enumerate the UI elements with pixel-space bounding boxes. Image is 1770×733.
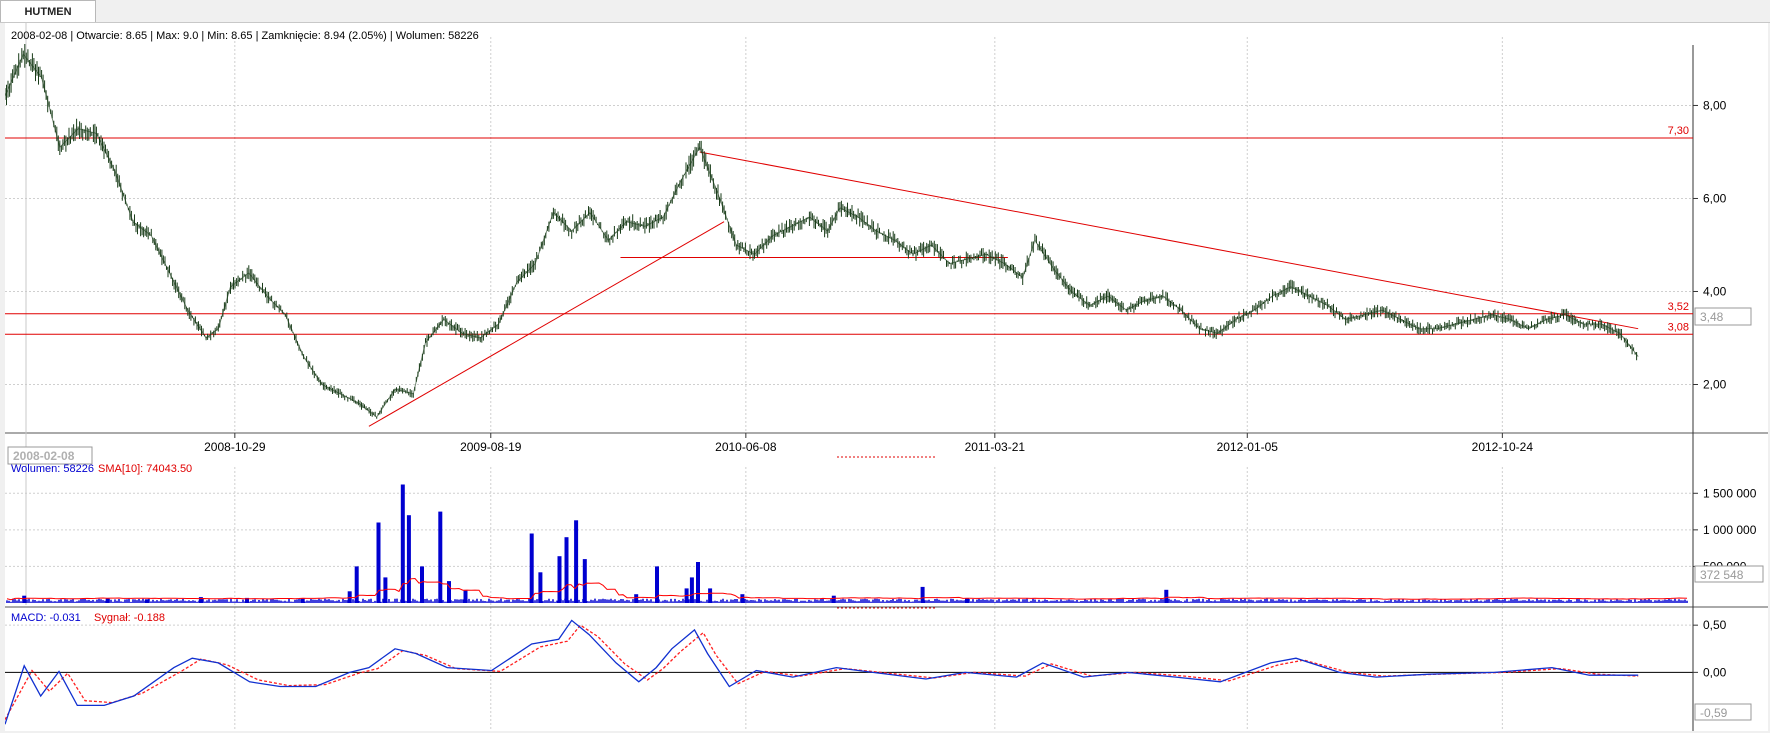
price-drawings: 7,30 3,52 3,08 <box>5 125 1693 427</box>
x-tick-label: 2008-10-29 <box>204 440 266 454</box>
horizontal-line-label: 3,08 <box>1668 321 1689 333</box>
volume-spike-bar <box>406 515 411 603</box>
macd-y-tick-label: 0,50 <box>1703 618 1727 632</box>
volume-spike-bar <box>557 556 562 603</box>
macd-y-tick-label: 0,00 <box>1703 665 1727 679</box>
volume-spike-bar <box>529 533 534 603</box>
date-box-text: 2008-02-08 <box>13 449 75 463</box>
sma-legend: SMA[10]: 74043.50 <box>98 463 192 475</box>
volume-spike-bar <box>582 559 587 603</box>
horizontal-line-label: 3,52 <box>1668 301 1689 313</box>
volume-spike-bar <box>689 577 694 603</box>
volume-spike-bar <box>564 537 569 603</box>
chart-area: 7,30 3,52 3,08 2008-10-29 2009-08-19 2010-06… <box>5 23 1768 731</box>
macd-current-text: -0,59 <box>1700 706 1728 720</box>
volume-spike-bar <box>400 484 405 603</box>
price-y-tick-label: 2,00 <box>1703 377 1727 391</box>
volume-spike-bar <box>696 562 700 603</box>
price-current-text: 3,48 <box>1700 310 1724 324</box>
volume-spike-bar <box>22 595 27 603</box>
volume-y-tick-label: 1 500 000 <box>1703 486 1757 500</box>
volume-spike-bar <box>1164 589 1169 603</box>
volume-series <box>6 484 1688 603</box>
macd-legend: MACD: -0.031 <box>11 612 81 624</box>
volume-spike-bar <box>438 511 443 603</box>
volume-spike-bar <box>420 566 424 603</box>
volume-spike-bar <box>574 520 579 603</box>
price-grid <box>5 37 1693 431</box>
volume-spike-bar <box>965 598 969 603</box>
macd-grid <box>5 603 1693 729</box>
price-info-text: 2008-02-08 | Otwarcie: 8.65 | Max: 9.0 |… <box>11 30 479 42</box>
trend-line <box>368 221 725 427</box>
x-tick-label: 2012-10-24 <box>1472 440 1534 454</box>
axis-labels: 2008-10-29 2009-08-19 2010-06-08 2011-03-21… <box>204 98 1757 679</box>
volume-current-text: 372 548 <box>1700 568 1744 582</box>
horizontal-line-label: 7,30 <box>1668 125 1689 137</box>
x-tick-label: 2011-03-21 <box>965 440 1026 454</box>
x-tick-label: 2010-06-08 <box>715 440 777 454</box>
signal-legend: Sygnał: -0.188 <box>94 612 165 624</box>
tab-bar: HUTMEN <box>0 0 1770 23</box>
volume-spike-bar <box>920 586 925 603</box>
tab-hutmen[interactable]: HUTMEN <box>0 0 96 22</box>
volume-spike-bar <box>538 572 543 603</box>
price-series <box>5 44 1639 419</box>
chart-svg: 7,30 3,52 3,08 2008-10-29 2009-08-19 2010-06… <box>5 23 1768 731</box>
price-y-tick-label: 6,00 <box>1703 191 1727 205</box>
price-y-tick-label: 8,00 <box>1703 98 1727 112</box>
volume-spike-bar <box>300 598 305 603</box>
volume-spike-bar <box>198 597 203 603</box>
x-tick-label: 2009-08-19 <box>460 440 522 454</box>
volume-y-tick-label: 1 000 000 <box>1703 523 1757 537</box>
volume-grid <box>5 467 1693 603</box>
volume-spike-bar <box>105 598 110 603</box>
volume-spike-bar <box>144 599 149 603</box>
volume-spike-bar <box>634 594 639 603</box>
price-y-tick-label: 4,00 <box>1703 284 1727 298</box>
volume-spike-bar <box>463 590 468 603</box>
volume-spike-bar <box>708 588 713 603</box>
sma-line <box>6 577 1688 601</box>
price-line <box>5 53 1639 418</box>
price-bars <box>5 44 1638 419</box>
volume-spike-bar <box>740 594 745 603</box>
volume-spike-bar <box>831 595 836 603</box>
volume-legend: Wolumen: 58226 <box>11 463 94 475</box>
x-tick-label: 2012-01-05 <box>1217 440 1279 454</box>
